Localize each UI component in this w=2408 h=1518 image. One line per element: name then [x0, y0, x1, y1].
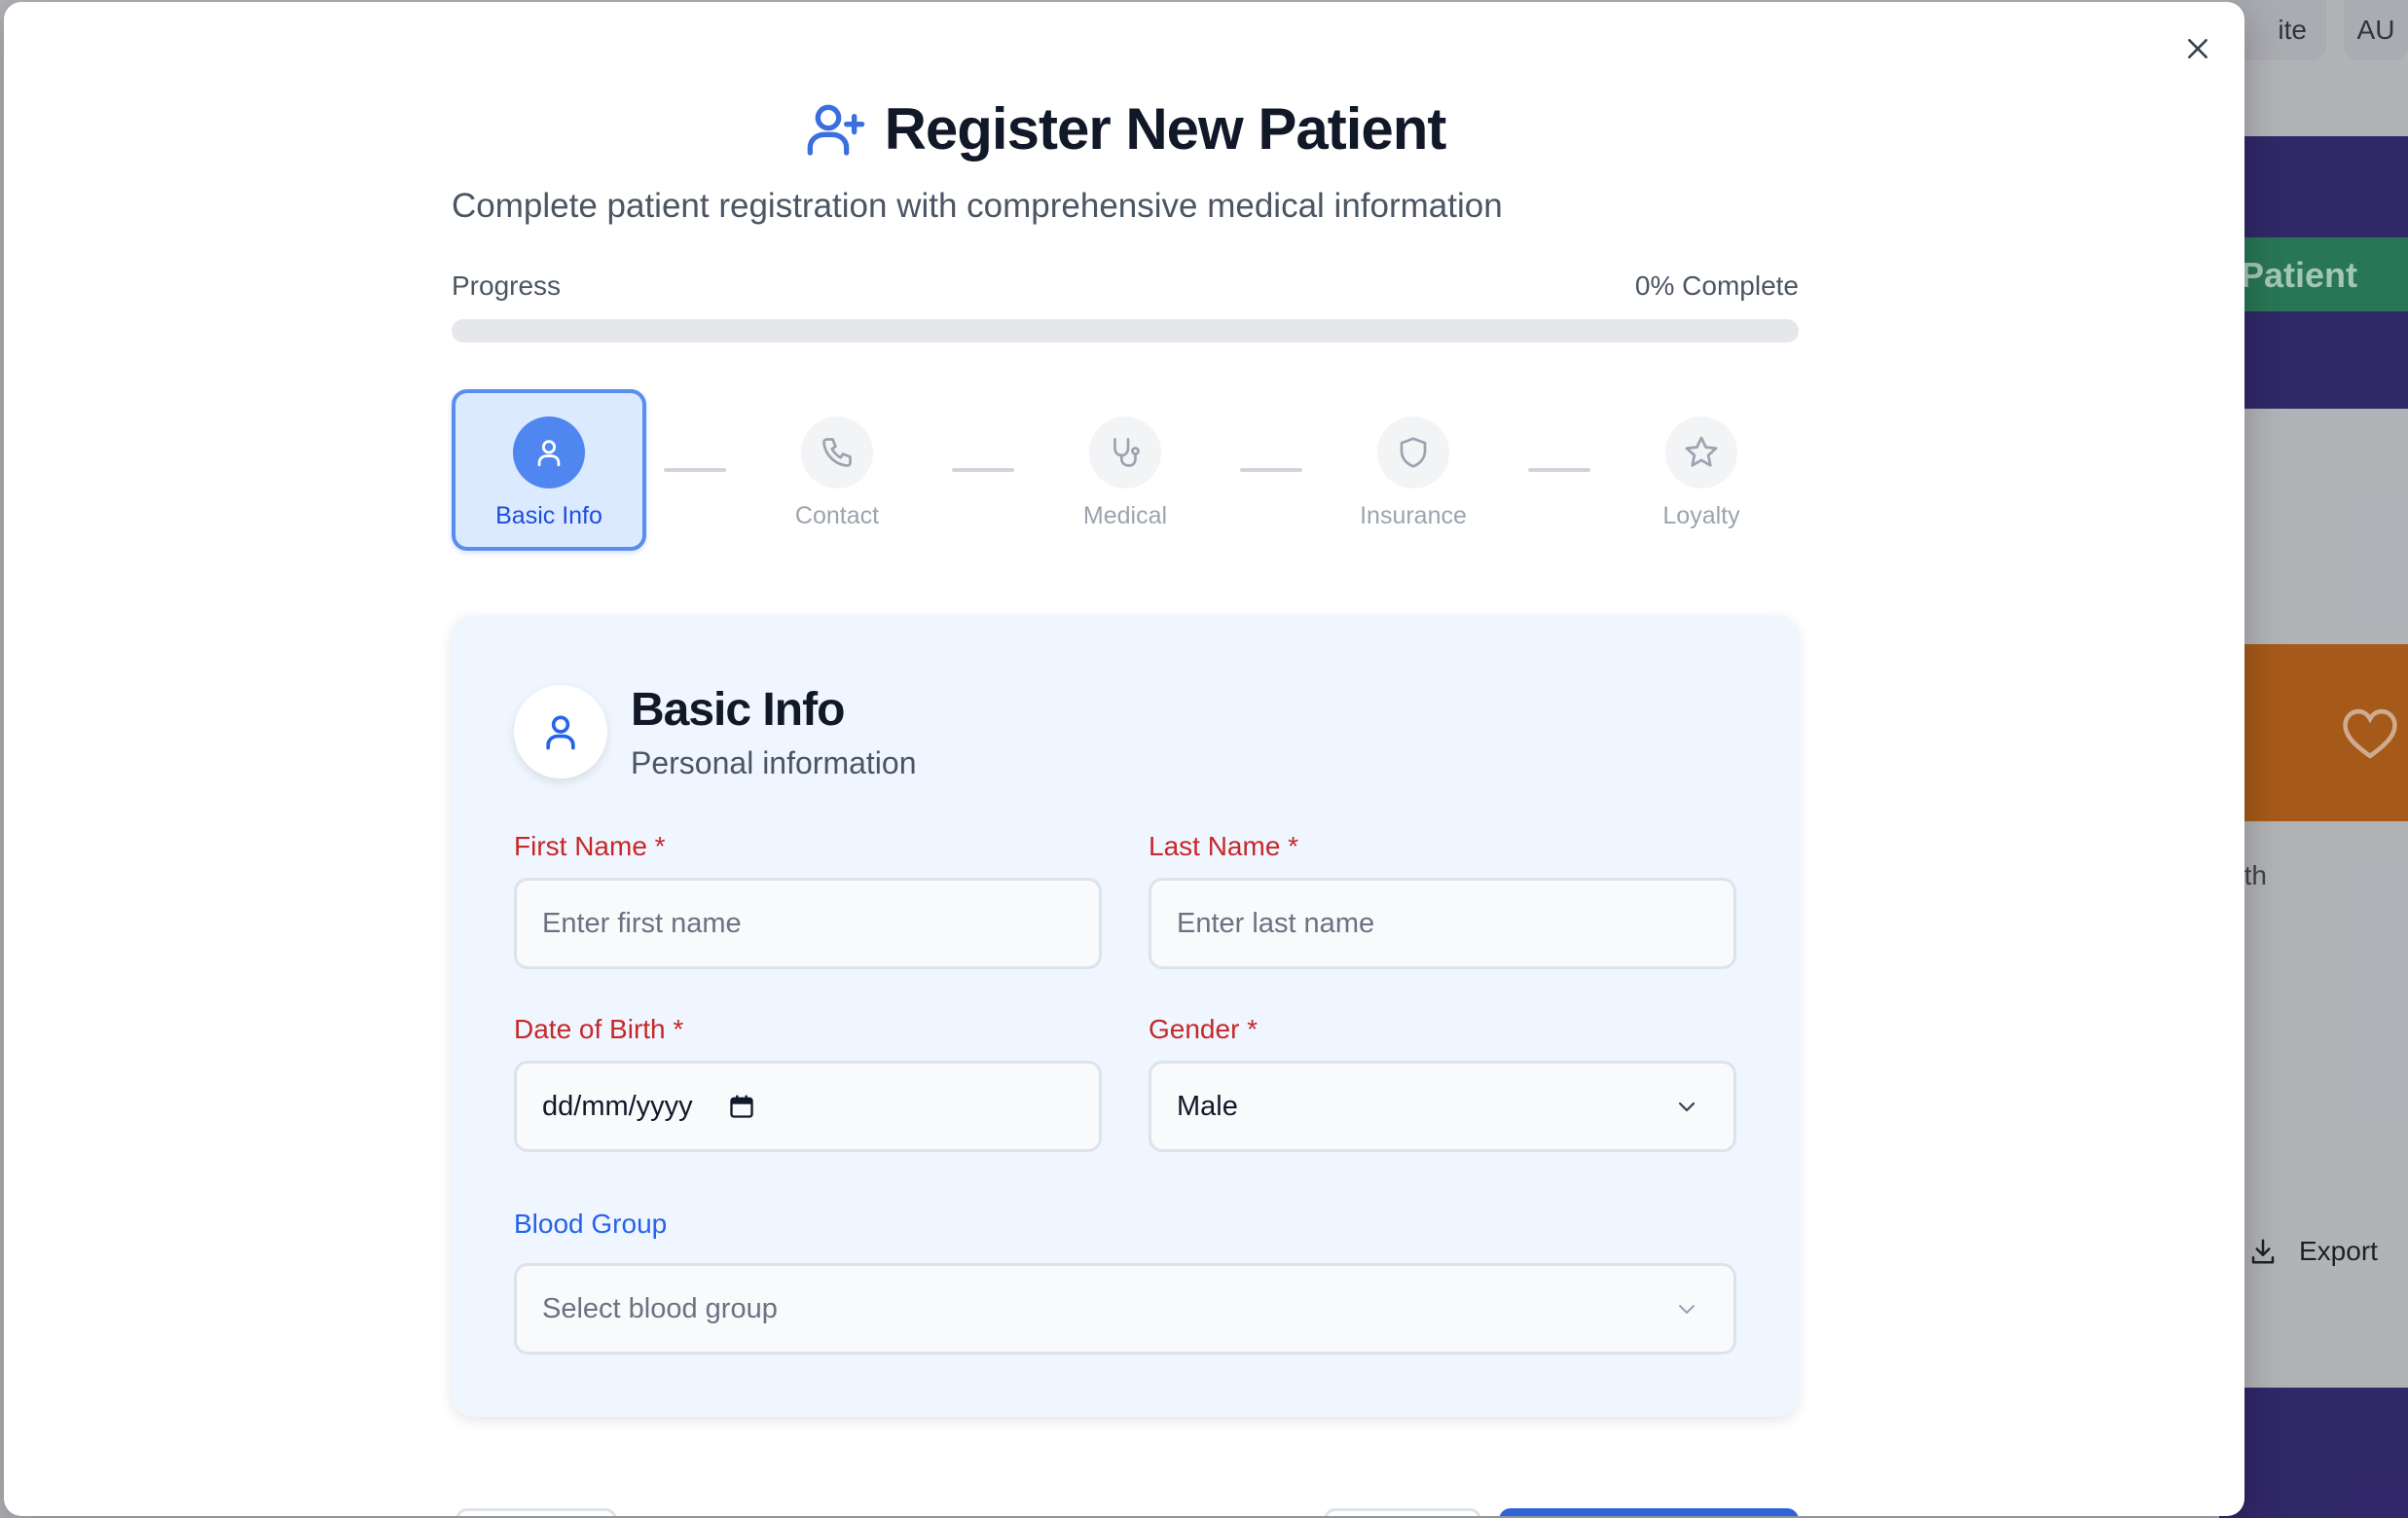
step-navigator: Basic Info Contact Medical Insurance Loy… — [452, 389, 1799, 555]
step-contact[interactable]: Contact — [740, 389, 934, 551]
user-plus-icon — [807, 104, 864, 156]
section-subtitle: Personal information — [631, 745, 917, 780]
gender-value: Male — [1177, 1090, 1238, 1122]
cancel-button[interactable] — [1324, 1508, 1481, 1516]
step-label: Medical — [1082, 502, 1168, 529]
modal-subtitle: Complete patient registration with compr… — [452, 187, 1503, 225]
shield-icon — [1400, 437, 1427, 468]
chevron-down-icon — [1679, 1305, 1695, 1314]
dob-placeholder: dd/mm/yyyy — [542, 1090, 693, 1122]
progress-label: Progress — [452, 271, 562, 301]
stethoscope-icon — [1113, 438, 1140, 467]
register-patient-modal: Register New Patient Complete patient re… — [4, 2, 2244, 1516]
dob-label: Date of Birth * — [514, 1014, 684, 1044]
step-connector — [1240, 468, 1302, 472]
step-label: Basic Info — [495, 502, 602, 529]
step-basic-info[interactable]: Basic Info — [452, 389, 646, 551]
step-label: Contact — [794, 502, 880, 529]
next-button[interactable] — [1499, 1508, 1799, 1516]
step-connector — [952, 468, 1014, 472]
last-name-input[interactable]: Enter last name — [1149, 878, 1736, 969]
user-icon — [537, 440, 561, 467]
section-title: Basic Info — [631, 684, 845, 736]
dob-input[interactable]: dd/mm/yyyy — [514, 1061, 1102, 1152]
progress-bar — [452, 319, 1799, 343]
blood-group-placeholder: Select blood group — [542, 1292, 778, 1324]
chevron-down-icon — [1678, 1102, 1696, 1112]
step-medical-circle — [1089, 416, 1161, 488]
user-icon — [546, 715, 575, 750]
blood-group-select[interactable]: Select blood group — [514, 1263, 1736, 1355]
last-name-placeholder: Enter last name — [1177, 907, 1375, 939]
modal-header: Register New Patient — [452, 95, 1799, 163]
star-icon — [1685, 436, 1718, 467]
gender-label: Gender * — [1149, 1014, 1259, 1044]
last-name-label: Last Name * — [1149, 831, 1299, 861]
first-name-input[interactable]: Enter first name — [514, 878, 1102, 969]
back-button[interactable] — [456, 1508, 617, 1516]
step-connector — [664, 468, 726, 472]
step-loyalty-circle — [1665, 416, 1737, 488]
section-icon-badge — [514, 685, 607, 778]
step-label: Insurance — [1360, 502, 1467, 529]
first-name-label: First Name * — [514, 831, 666, 861]
calendar-icon[interactable] — [728, 1093, 755, 1120]
step-connector — [1528, 468, 1590, 472]
blood-group-label: Blood Group — [514, 1209, 668, 1239]
basic-info-section: Basic Info Personal information First Na… — [452, 615, 1799, 1417]
close-icon — [2188, 39, 2207, 58]
step-insurance-circle — [1377, 416, 1449, 488]
step-loyalty[interactable]: Loyalty — [1604, 389, 1799, 551]
first-name-placeholder: Enter first name — [542, 907, 742, 939]
gender-select[interactable]: Male — [1149, 1061, 1736, 1152]
step-contact-circle — [801, 416, 873, 488]
step-basic-info-circle — [513, 416, 585, 488]
progress-percent: 0% Complete — [1634, 271, 1799, 301]
step-insurance[interactable]: Insurance — [1316, 389, 1511, 551]
step-medical[interactable]: Medical — [1028, 389, 1222, 551]
phone-icon — [822, 438, 852, 467]
modal-title: Register New Patient — [884, 96, 1447, 162]
close-button[interactable] — [2180, 31, 2215, 66]
step-label: Loyalty — [1662, 502, 1740, 529]
